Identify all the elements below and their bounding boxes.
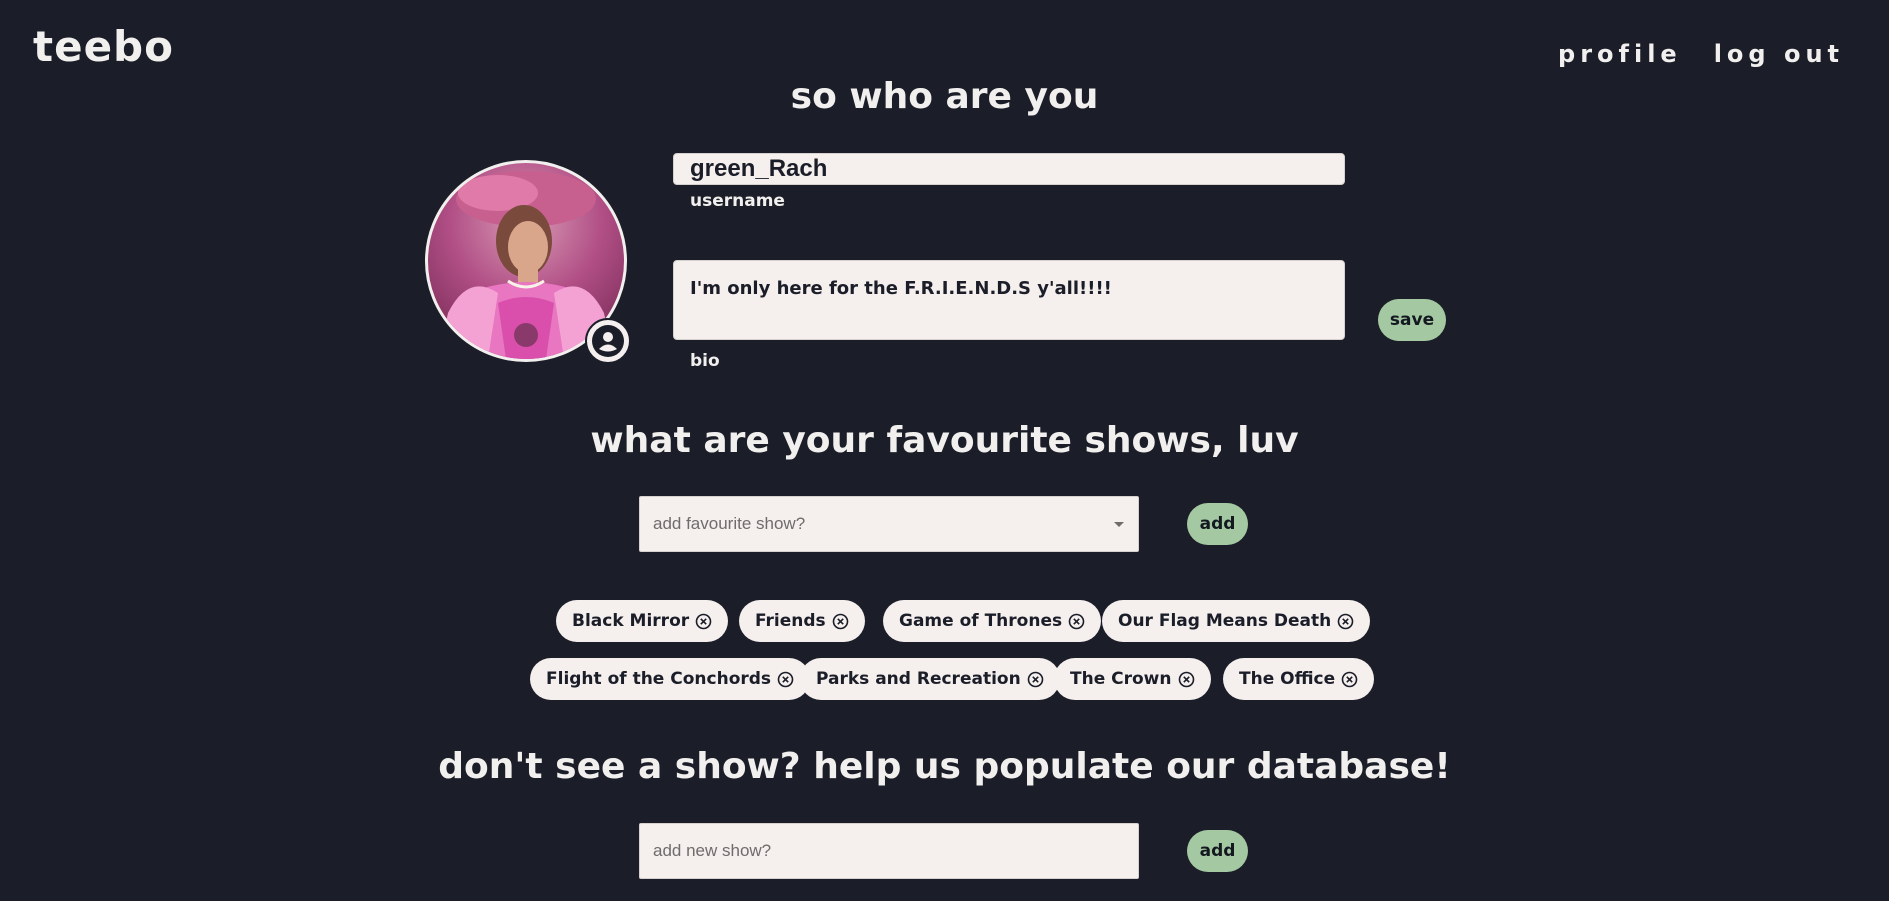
show-chip: Friends — [739, 600, 865, 642]
profile-heading: so who are you — [790, 76, 1099, 117]
profile-page: teebo profile log out so who are you use… — [0, 0, 1889, 901]
show-chip: Parks and Recreation — [800, 658, 1060, 700]
favourites-heading: what are your favourite shows, luv — [590, 420, 1299, 461]
save-button[interactable]: save — [1378, 299, 1446, 341]
remove-show-icon[interactable] — [1341, 671, 1358, 688]
chevron-down-icon — [1114, 522, 1124, 527]
change-avatar-button[interactable] — [585, 318, 631, 364]
nav-profile-link[interactable]: profile — [1558, 40, 1682, 68]
show-chip-label: The Crown — [1070, 669, 1172, 689]
username-input[interactable] — [673, 153, 1345, 185]
remove-show-icon[interactable] — [832, 613, 849, 630]
show-chip: Black Mirror — [556, 600, 729, 642]
remove-show-icon[interactable] — [1337, 613, 1354, 630]
favourite-show-select[interactable]: add favourite show? — [639, 496, 1139, 552]
new-show-heading: don't see a show? help us populate our d… — [438, 746, 1451, 787]
add-favourite-button[interactable]: add — [1187, 503, 1248, 545]
remove-show-icon[interactable] — [1027, 671, 1044, 688]
show-chip-label: Our Flag Means Death — [1118, 611, 1332, 631]
show-chip: Game of Thrones — [883, 600, 1102, 642]
show-chip-label: Black Mirror — [572, 611, 690, 631]
show-chip: The Crown — [1054, 658, 1211, 700]
username-label: username — [690, 191, 785, 211]
nav-logout-link[interactable]: log out — [1714, 40, 1844, 68]
show-chip-label: Friends — [755, 611, 826, 631]
show-chip-label: Flight of the Conchords — [546, 669, 772, 689]
add-new-show-button[interactable]: add — [1187, 830, 1248, 872]
show-chip-label: Game of Thrones — [899, 611, 1063, 631]
show-chip-label: The Office — [1239, 669, 1336, 689]
bio-label: bio — [690, 351, 720, 371]
bio-input[interactable]: I'm only here for the F.R.I.E.N.D.S y'al… — [673, 260, 1345, 340]
remove-show-icon[interactable] — [1068, 613, 1085, 630]
show-chip: The Office — [1223, 658, 1375, 700]
show-chip: Flight of the Conchords — [530, 658, 811, 700]
remove-show-icon[interactable] — [777, 671, 794, 688]
remove-show-icon[interactable] — [695, 613, 712, 630]
new-show-input[interactable] — [639, 823, 1139, 879]
show-chip-label: Parks and Recreation — [816, 669, 1021, 689]
favourite-show-placeholder: add favourite show? — [653, 514, 806, 533]
show-chip: Our Flag Means Death — [1102, 600, 1371, 642]
remove-show-icon[interactable] — [1178, 671, 1195, 688]
app-logo[interactable]: teebo — [33, 22, 174, 71]
user-icon — [592, 325, 624, 357]
top-nav: profile log out — [1558, 40, 1844, 68]
